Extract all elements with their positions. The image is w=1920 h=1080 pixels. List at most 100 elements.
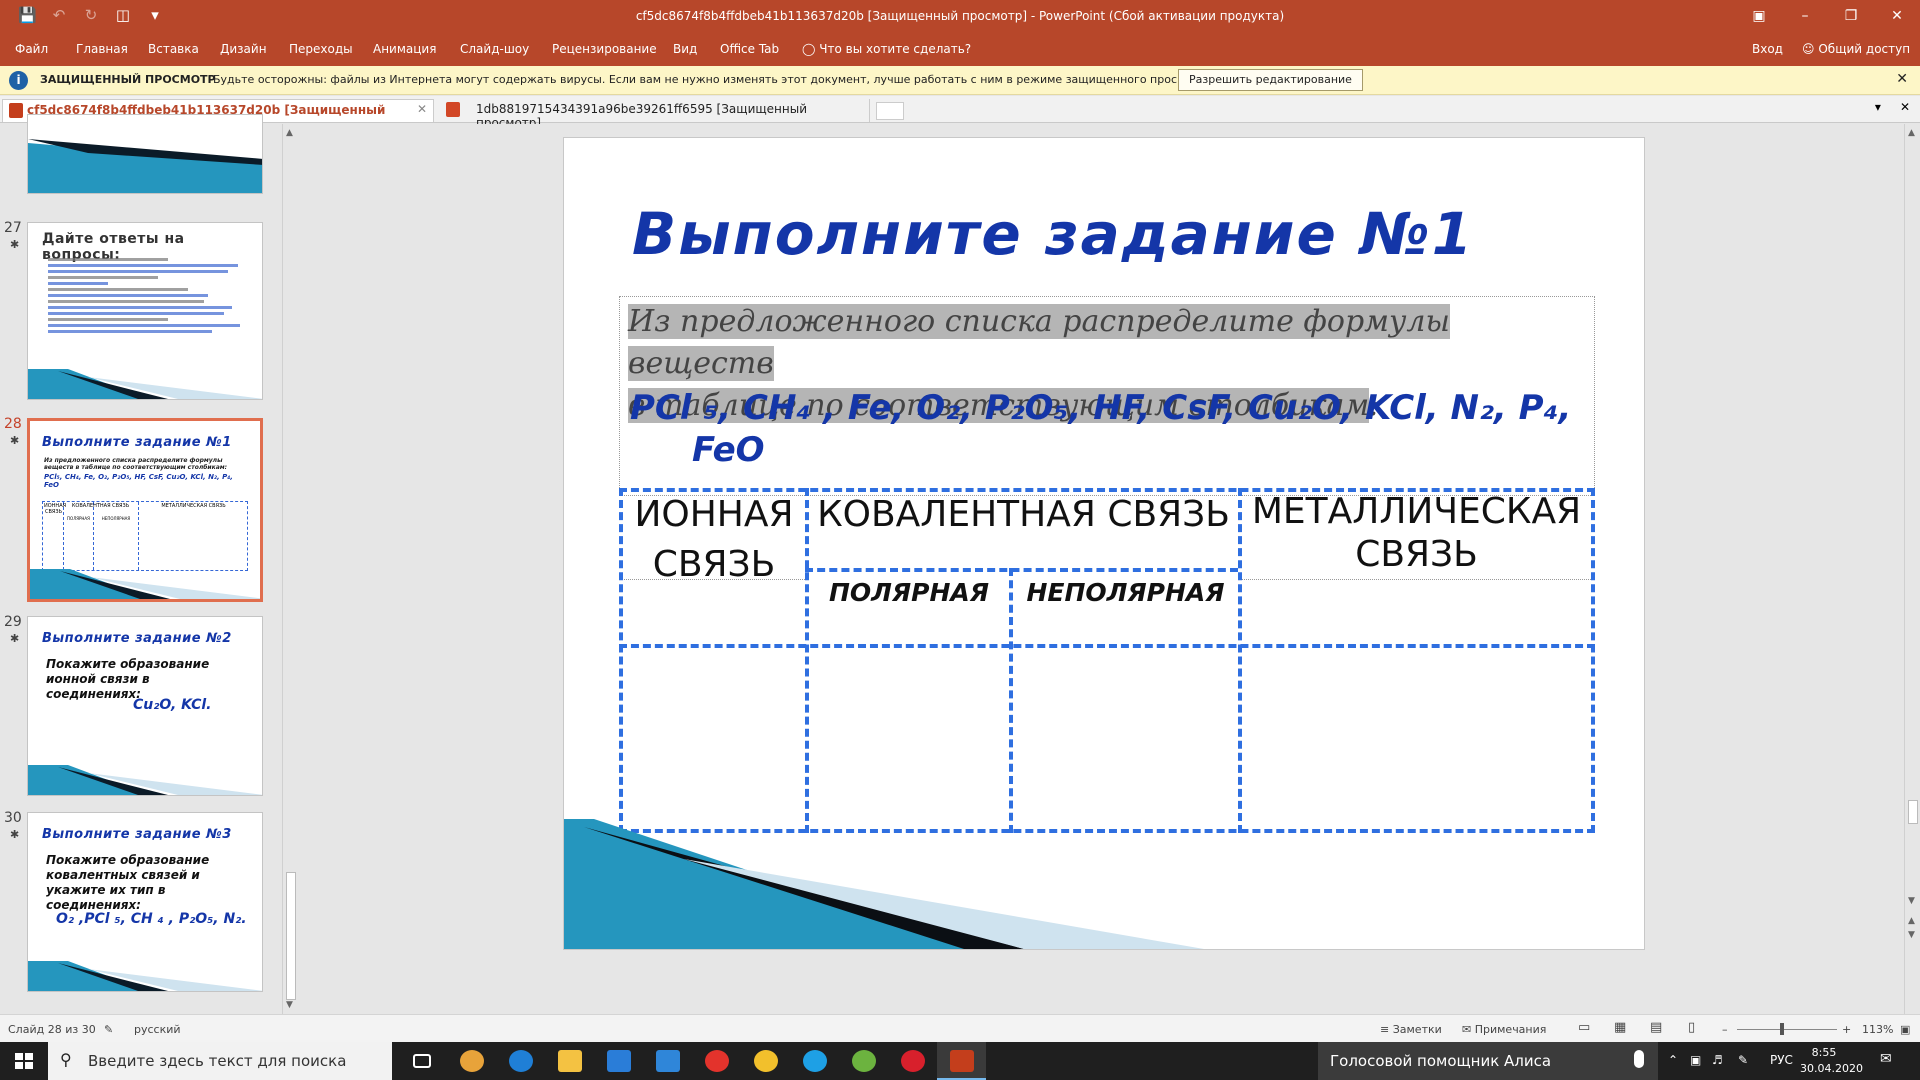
zoom-out-icon[interactable]: – (1722, 1023, 1728, 1036)
next-slide-icon[interactable]: ▼ (1908, 930, 1915, 940)
tray-chevron-icon[interactable]: ⌃ (1668, 1053, 1678, 1067)
ribbon-display-options-icon[interactable]: ▣ (1736, 0, 1782, 33)
minimize-button[interactable]: – (1782, 0, 1828, 33)
tab-home[interactable]: Главная (76, 42, 128, 56)
close-all-icon[interactable]: ✕ (1900, 100, 1910, 114)
taskbar-clock[interactable]: 8:55 30.04.2020 (1800, 1045, 1863, 1077)
pen-icon[interactable]: ✎ (1738, 1053, 1748, 1067)
thumbnail-scrollbar[interactable]: ▲ ▼ (282, 124, 299, 1014)
slide-canvas[interactable]: Выполните задание №1 Из предложенного сп… (563, 137, 1645, 950)
lightbulb-icon: ◯ (802, 42, 816, 56)
network-icon[interactable]: ▣ (1690, 1053, 1701, 1067)
doc-tab[interactable]: 1db8819715434391a96be39261ff6595 [Защище… (438, 99, 870, 130)
browser-app-icon[interactable] (447, 1042, 496, 1080)
thumb-title: Выполните задание №1 (42, 435, 232, 450)
scroll-down-icon[interactable]: ▼ (286, 1000, 293, 1010)
slide-editor: Выполните задание №1 Из предложенного сп… (300, 124, 1904, 1014)
comments-label: Примечания (1474, 1023, 1547, 1036)
comments-button[interactable]: ✉ Примечания (1462, 1023, 1546, 1036)
tab-insert[interactable]: Вставка (148, 42, 199, 56)
mail-icon[interactable] (643, 1042, 692, 1080)
tell-me-search[interactable]: ◯ Что вы хотите сделать? (802, 42, 971, 56)
slide-swoosh-decoration (564, 819, 1204, 949)
microphone-icon (1634, 1050, 1644, 1068)
tab-view[interactable]: Вид (673, 42, 697, 56)
emoji-app-icon[interactable] (741, 1042, 790, 1080)
zoom-in-icon[interactable]: + (1842, 1023, 1851, 1036)
store-icon[interactable] (594, 1042, 643, 1080)
scroll-down-icon[interactable]: ▼ (1908, 896, 1915, 906)
alice-voice-assistant[interactable]: Голосовой помощник Алиса (1318, 1042, 1658, 1080)
zoom-slider[interactable] (1737, 1029, 1837, 1030)
share-button[interactable]: ☺ Общий доступ (1796, 38, 1916, 60)
slide-thumbnail-27[interactable]: Дайте ответы на вопросы: (27, 222, 263, 400)
taskbar-search[interactable]: ⚲ Введите здесь текст для поиска (48, 1042, 392, 1080)
window-title: cf5dc8674f8b4ffdbeb41b113637d20b [Защище… (635, 9, 1285, 23)
slide-swoosh-decoration (28, 765, 262, 795)
yandex-browser-icon[interactable] (692, 1042, 741, 1080)
slide-thumbnail-30[interactable]: Выполните задание №3 Покажите образовани… (27, 812, 263, 992)
tab-file[interactable]: Файл (15, 42, 48, 56)
spellcheck-icon[interactable]: ✎ (104, 1023, 113, 1036)
notifications-icon[interactable]: ✉ (1880, 1051, 1892, 1067)
opera-icon[interactable] (888, 1042, 937, 1080)
tab-design[interactable]: Дизайн (220, 42, 267, 56)
scrollbar-thumb[interactable] (286, 872, 296, 1000)
scrollbar-thumb[interactable] (1908, 800, 1918, 824)
close-tab-icon[interactable]: ✕ (417, 102, 427, 116)
tab-animation[interactable]: Анимация (373, 42, 436, 56)
slide-thumbnail-26[interactable] (27, 114, 263, 194)
instruction-textbox[interactable]: Из предложенного списка распределите фор… (619, 296, 1595, 496)
slide-swoosh-decoration (28, 961, 262, 991)
header-polar: ПОЛЯРНАЯ (828, 578, 990, 607)
tab-office-tab[interactable]: Office Tab (720, 42, 779, 56)
powerpoint-file-icon (446, 102, 460, 117)
windows-start-icon[interactable] (0, 1042, 48, 1080)
slide-thumbnail-28[interactable]: Выполните задание №1 Из предложенного сп… (27, 418, 263, 602)
tab-slideshow[interactable]: Слайд-шоу (460, 42, 529, 56)
tab-review[interactable]: Рецензирование (552, 42, 657, 56)
edge-icon[interactable] (496, 1042, 545, 1080)
sign-in-link[interactable]: Вход (1752, 42, 1783, 56)
title-bar: 💾 ↶ ↻ ◫ ▾ cf5dc8674f8b4ffdbeb41b113637d2… (0, 0, 1920, 33)
previous-slide-icon[interactable]: ▲ (1908, 916, 1915, 926)
scroll-up-icon[interactable]: ▲ (286, 128, 293, 138)
notes-button[interactable]: ≡ Заметки (1380, 1023, 1442, 1036)
fit-slide-icon[interactable]: ▣ (1900, 1023, 1910, 1036)
slide-title[interactable]: Выполните задание №1 (632, 200, 1474, 268)
maximize-button[interactable]: ❐ (1828, 0, 1874, 33)
file-explorer-icon[interactable] (545, 1042, 594, 1080)
utorrent-icon[interactable] (839, 1042, 888, 1080)
normal-view-icon[interactable]: ▭ (1578, 1020, 1590, 1035)
tab-list-chevron-icon[interactable]: ▾ (1875, 100, 1881, 114)
bond-type-table[interactable]: ИОННАЯ СВЯЗЬ КОВАЛЕНТНАЯ СВЯЗЬ МЕТАЛЛИЧЕ… (619, 488, 1595, 834)
instruction-line: Из предложенного списка распределите фор… (628, 304, 1450, 381)
editor-scrollbar[interactable]: ▲ ▼ ▲ ▼ (1904, 124, 1920, 1014)
enable-editing-button[interactable]: Разрешить редактирование (1178, 69, 1363, 91)
language-indicator[interactable]: русский (134, 1023, 181, 1036)
protected-view-message: Будьте осторожны: файлы из Интернета мог… (213, 73, 1216, 86)
slide-thumbnail-29[interactable]: Выполните задание №2 Покажите образовани… (27, 616, 263, 796)
reading-view-icon[interactable]: ▤ (1650, 1020, 1662, 1035)
new-tab-button[interactable] (876, 102, 904, 120)
scroll-up-icon[interactable]: ▲ (1908, 128, 1915, 138)
animation-star-icon: ✱ (10, 632, 20, 645)
slideshow-view-icon[interactable]: ▯ (1688, 1020, 1695, 1035)
powerpoint-taskbar-icon[interactable] (937, 1042, 986, 1080)
close-button[interactable]: ✕ (1874, 0, 1920, 33)
header-covalent-bond: КОВАЛЕНТНАЯ СВЯЗЬ (817, 494, 1230, 535)
zoom-level[interactable]: 113% (1862, 1023, 1893, 1036)
tab-list-controls: ▾ ✕ (1875, 100, 1910, 114)
close-icon[interactable]: ✕ (1896, 71, 1908, 87)
protected-view-bar: i ЗАЩИЩЕННЫЙ ПРОСМОТР Будьте осторожны: … (0, 66, 1920, 95)
zoom-slider-knob[interactable] (1780, 1023, 1784, 1035)
taskbar-apps (398, 1042, 986, 1080)
tab-transitions[interactable]: Переходы (289, 42, 353, 56)
assistant-label: Голосовой помощник Алиса (1330, 1052, 1552, 1070)
input-language[interactable]: РУС (1770, 1053, 1793, 1067)
thumb-table-header: КОВАЛЕНТНАЯ СВЯЗЬ (71, 503, 130, 509)
task-view-icon[interactable] (398, 1042, 447, 1080)
volume-icon[interactable]: ♬ (1712, 1053, 1723, 1067)
slide-sorter-icon[interactable]: ▦ (1614, 1020, 1626, 1035)
skype-icon[interactable] (790, 1042, 839, 1080)
